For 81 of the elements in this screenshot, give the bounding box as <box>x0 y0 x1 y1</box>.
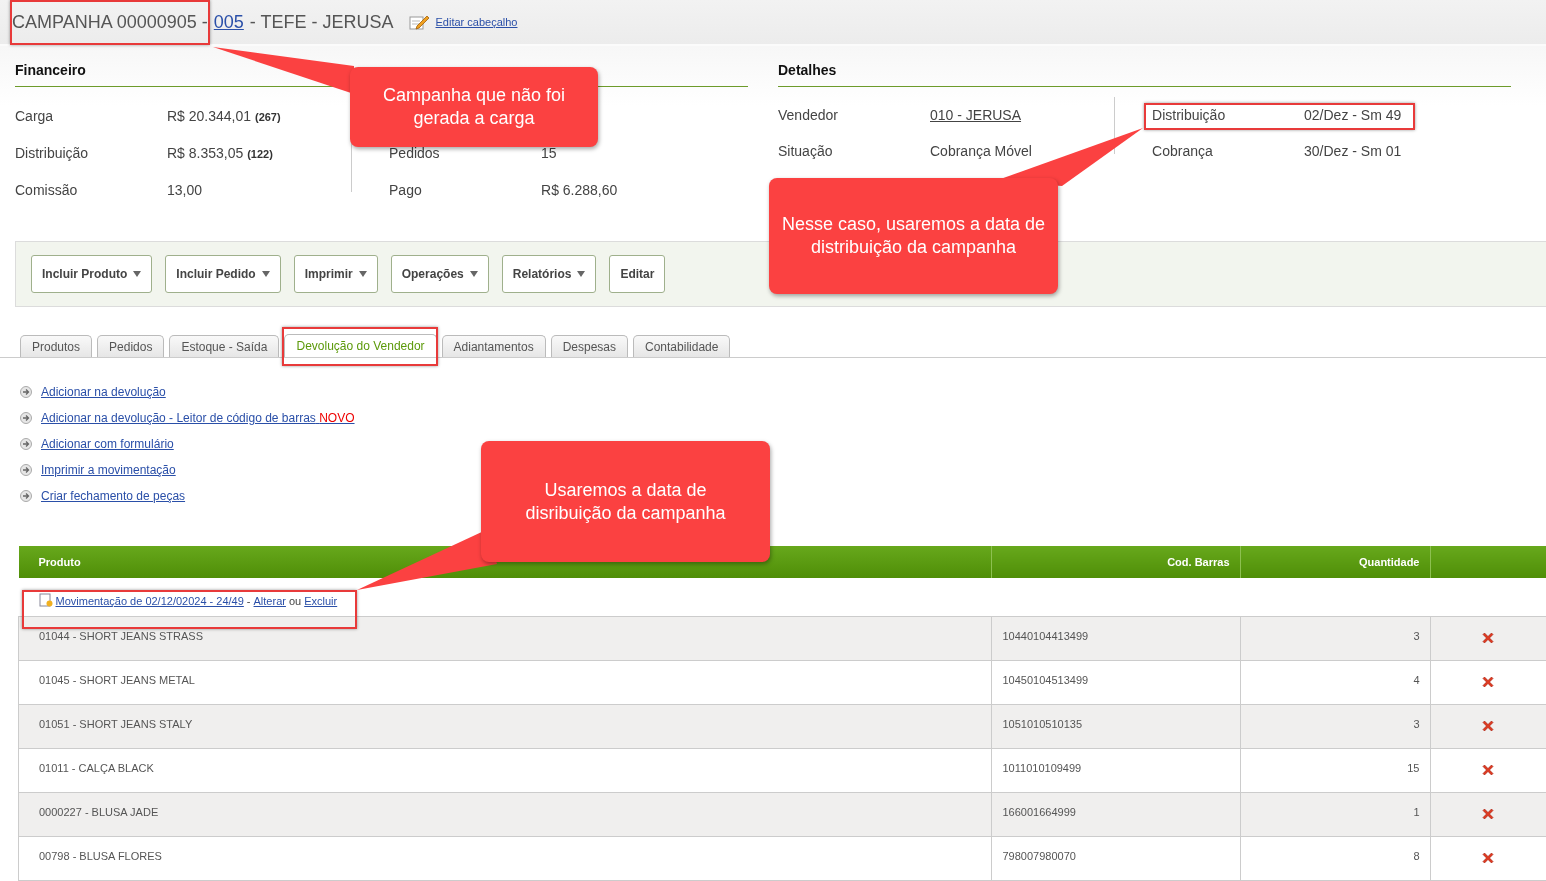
field-value: 02/Dez - Sm 49 <box>1304 107 1402 123</box>
table-cell: 1051010510135 <box>991 704 1240 748</box>
field-value: R$ 8.353,05 (122) <box>167 144 273 161</box>
delete-icon[interactable] <box>1481 674 1496 689</box>
arrow-circle-icon <box>20 464 32 476</box>
table-cell: 4 <box>1240 660 1430 704</box>
action-link[interactable]: Adicionar na devolução - Leitor de código de barras NOVO <box>41 411 355 425</box>
field-value: R$ 6.288,60 <box>541 181 618 198</box>
delete-icon[interactable] <box>1481 806 1496 821</box>
delete-icon[interactable] <box>1481 850 1496 865</box>
tab[interactable]: Despesas <box>550 335 628 357</box>
field-value: Cobrança Móvel <box>930 143 1032 159</box>
table-cell: 10450104513499 <box>991 660 1240 704</box>
field-label: Pedidos <box>389 144 441 161</box>
field-value: 30/Dez - Sm 01 <box>1304 143 1402 159</box>
table-cell: 01044 - SHORT JEANS STRASS <box>18 616 991 660</box>
field-label: Vendedor <box>778 107 839 123</box>
connector-text: ou <box>288 594 302 607</box>
action-link[interactable]: Imprimir a movimentação <box>41 463 176 477</box>
delete-icon[interactable] <box>1481 718 1496 733</box>
edit-header-link[interactable]: Editar cabeçalho <box>435 16 518 28</box>
delete-icon[interactable] <box>1481 762 1496 777</box>
table-cell: 8 <box>1240 836 1430 880</box>
table-cell: 1011010109499 <box>991 748 1240 792</box>
field-value: 15 <box>541 144 557 161</box>
table-cell: 3 <box>1240 616 1430 660</box>
table-cell: 166001664999 <box>991 792 1240 836</box>
action-link[interactable]: Criar fechamento de peças <box>41 489 186 503</box>
field-label: Carga <box>15 107 55 124</box>
table-cell: 1 <box>1240 792 1430 836</box>
table-cell: 01011 - CALÇA BLACK <box>18 748 991 792</box>
toolbar-button[interactable]: Incluir Produto <box>31 255 153 293</box>
toolbar-button[interactable]: Imprimir <box>293 255 378 293</box>
field-label: Situação <box>778 143 834 159</box>
table-cell: 10440104413499 <box>991 616 1240 660</box>
arrow-circle-icon <box>20 438 32 450</box>
tab[interactable]: Adiantamentos <box>441 335 546 357</box>
column-header: Quantidade <box>1359 556 1420 568</box>
table-cell: 3 <box>1240 704 1430 748</box>
action-link[interactable]: Adicionar com formulário <box>41 437 174 451</box>
field-label: Distribuição <box>15 144 90 161</box>
field-value: 13,00 <box>167 181 203 198</box>
page-title-rest: - TEFE - JERUSA <box>249 11 394 33</box>
column-header: Produto <box>38 556 81 568</box>
toolbar-button[interactable]: Incluir Pedido <box>165 255 281 293</box>
table-cell: 01045 - SHORT JEANS METAL <box>18 660 991 704</box>
tab[interactable]: Contabilidade <box>633 335 731 357</box>
delete-link[interactable]: Excluir <box>304 594 338 607</box>
arrow-circle-icon <box>20 490 32 502</box>
action-link[interactable]: Adicionar na devolução <box>41 385 166 399</box>
tab[interactable]: Produtos <box>20 335 93 357</box>
document-icon <box>38 592 53 607</box>
field-value: R$ 20.344,01 (267) <box>167 107 281 124</box>
edit-icon <box>407 13 430 31</box>
field-label: Cobrança <box>1152 143 1214 159</box>
section-title: Detalhes <box>778 46 1511 87</box>
table-cell: 15 <box>1240 748 1430 792</box>
campaign-code-link[interactable]: 005 <box>213 11 244 33</box>
table-cell: 798007980070 <box>991 836 1240 880</box>
toolbar-button[interactable]: Editar <box>609 255 666 293</box>
edit-link[interactable]: Alterar <box>253 594 286 607</box>
separator-text: - <box>246 594 251 607</box>
arrow-circle-icon <box>20 412 32 424</box>
callout-bubble: Campanha que não foi gerada a carga <box>350 67 598 147</box>
tab[interactable]: Estoque - Saída <box>169 335 280 357</box>
table-cell: 01051 - SHORT JEANS STALY <box>18 704 991 748</box>
table-cell: 00798 - BLUSA FLORES <box>18 836 991 880</box>
toolbar-button[interactable]: Relatórios <box>501 255 597 293</box>
movement-link[interactable]: Movimentação de 02/12/02024 - 24/49 <box>55 594 244 607</box>
delete-icon[interactable] <box>1481 630 1496 645</box>
column-header: Cod. Barras <box>1167 556 1230 568</box>
table-cell: 0000227 - BLUSA JADE <box>18 792 991 836</box>
field-label: Pago <box>389 181 423 198</box>
field-label: Comissão <box>15 181 79 198</box>
toolbar-button[interactable]: Operações <box>390 255 489 293</box>
tab[interactable]: Pedidos <box>97 335 165 357</box>
arrow-circle-icon <box>20 386 32 398</box>
field-label: Distribuição <box>1152 107 1227 123</box>
page-title: CAMPANHA 00000905 - <box>12 11 208 33</box>
seller-link[interactable]: 010 - JERUSA <box>930 107 1022 123</box>
callout-bubble: Usaremos a data de disribuição da campanha <box>481 441 770 562</box>
